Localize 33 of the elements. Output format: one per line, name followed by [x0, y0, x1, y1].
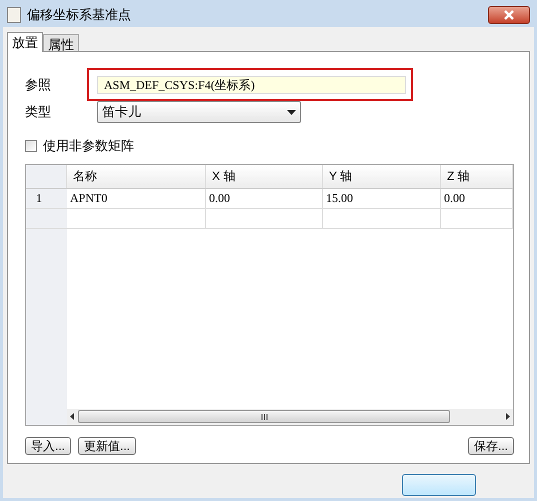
column-header[interactable]: 名称: [67, 164, 206, 188]
scrollbar-thumb[interactable]: [78, 410, 450, 423]
window-title: 偏移坐标系基准点: [27, 6, 131, 24]
type-dropdown[interactable]: 笛卡儿: [97, 101, 301, 123]
dialog-button[interactable]: [402, 474, 476, 496]
column-header[interactable]: Z 轴: [441, 164, 513, 188]
action-button[interactable]: 导入...: [25, 436, 72, 454]
action-button[interactable]: 更新值...: [78, 436, 136, 454]
table-cell: APNT0: [67, 188, 206, 208]
tab[interactable]: 属性: [43, 34, 79, 51]
checkbox[interactable]: [25, 140, 37, 152]
row-header: [26, 208, 67, 228]
corner-cell: [26, 164, 67, 188]
action-button[interactable]: 保存...: [468, 436, 514, 454]
field-label: 参照: [25, 76, 52, 94]
grip-icon: [260, 414, 268, 420]
checkbox-label: 使用非参数矩阵: [43, 137, 134, 155]
caret-icon: [287, 110, 296, 114]
scroll-right-icon: [506, 413, 510, 420]
reference-field[interactable]: ASM_DEF_CSYS:F4(坐标系): [97, 76, 406, 94]
column-header[interactable]: Y 轴: [323, 164, 441, 188]
close-icon: [504, 10, 514, 20]
table-cell: 15.00: [323, 188, 441, 208]
scroll-left-icon: [70, 413, 74, 420]
window-icon: [7, 7, 21, 23]
close-button[interactable]: [488, 6, 530, 24]
table-cell: 0.00: [441, 188, 513, 208]
row-number: 1: [26, 188, 67, 208]
tab[interactable]: 放置: [7, 32, 43, 52]
column-header[interactable]: X 轴: [206, 164, 323, 188]
field-label: 类型: [25, 103, 52, 122]
horizontal-scrollbar[interactable]: [67, 408, 513, 424]
table-cell: 0.00: [206, 188, 323, 208]
